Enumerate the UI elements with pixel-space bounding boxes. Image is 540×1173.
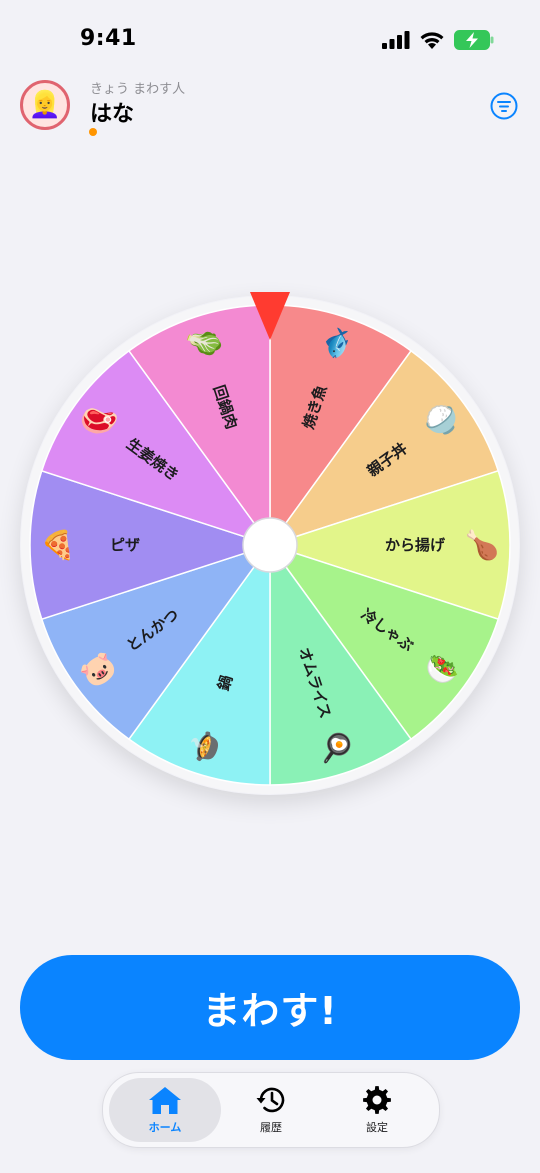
status-time: 9:41 bbox=[80, 26, 137, 51]
wifi-icon bbox=[420, 31, 444, 49]
tab-settings-label: 設定 bbox=[366, 1121, 388, 1134]
cellular-signal-icon bbox=[382, 31, 410, 49]
status-bar: 9:41 bbox=[0, 0, 540, 80]
avatar[interactable]: 👱‍♀️ bbox=[20, 80, 70, 130]
wheel-center-hub bbox=[242, 517, 298, 573]
status-icons bbox=[382, 30, 494, 50]
spinner-label: きょう まわす人 bbox=[90, 82, 186, 97]
house-icon bbox=[149, 1087, 181, 1114]
tab-home-label: ホーム bbox=[148, 1121, 182, 1134]
wheel-svg: 焼き魚🐟親子丼🍚から揚げ 🍗冷しゃぶ🥗オムライス🍳鍋🍲とんかつ🐷ピザ🍕生姜焼き🥩 回… bbox=[21, 296, 519, 794]
header: 👱‍♀️ きょう まわす人 はな bbox=[20, 78, 520, 138]
segment-emoji: 🍕 bbox=[41, 529, 76, 562]
tab-home[interactable]: ホーム bbox=[109, 1078, 221, 1142]
history-icon bbox=[256, 1087, 285, 1113]
battery-charging-icon bbox=[454, 30, 494, 50]
segment-label: ピザ bbox=[110, 536, 140, 554]
roulette-wheel[interactable]: 焼き魚 🐟 親子丼 🍚 から揚げ 🍗 冷しゃぶ 🥗 オムライス 🍳 鍋 🍲 とんかつ 🐷 ピザ 🍕 生姜焼き 🥩 回… bbox=[20, 292, 520, 795]
avatar-emoji: 👱‍♀️ bbox=[28, 90, 62, 120]
wheel-pointer bbox=[250, 292, 290, 340]
gear-icon bbox=[363, 1086, 391, 1114]
tab-history[interactable]: 履歴 bbox=[215, 1078, 327, 1142]
status-dot bbox=[89, 128, 97, 136]
tab-settings[interactable]: 設定 bbox=[321, 1078, 433, 1142]
segment-label: から揚げ bbox=[385, 536, 446, 554]
user-name: はな bbox=[90, 102, 135, 127]
tab-bar: ホーム 履歴 設定 bbox=[102, 1072, 440, 1148]
filter-icon[interactable] bbox=[490, 92, 518, 120]
segment-emoji: 🍗 bbox=[465, 529, 500, 562]
spin-button[interactable]: まわす! bbox=[20, 955, 520, 1060]
tab-history-label: 履歴 bbox=[260, 1121, 282, 1134]
